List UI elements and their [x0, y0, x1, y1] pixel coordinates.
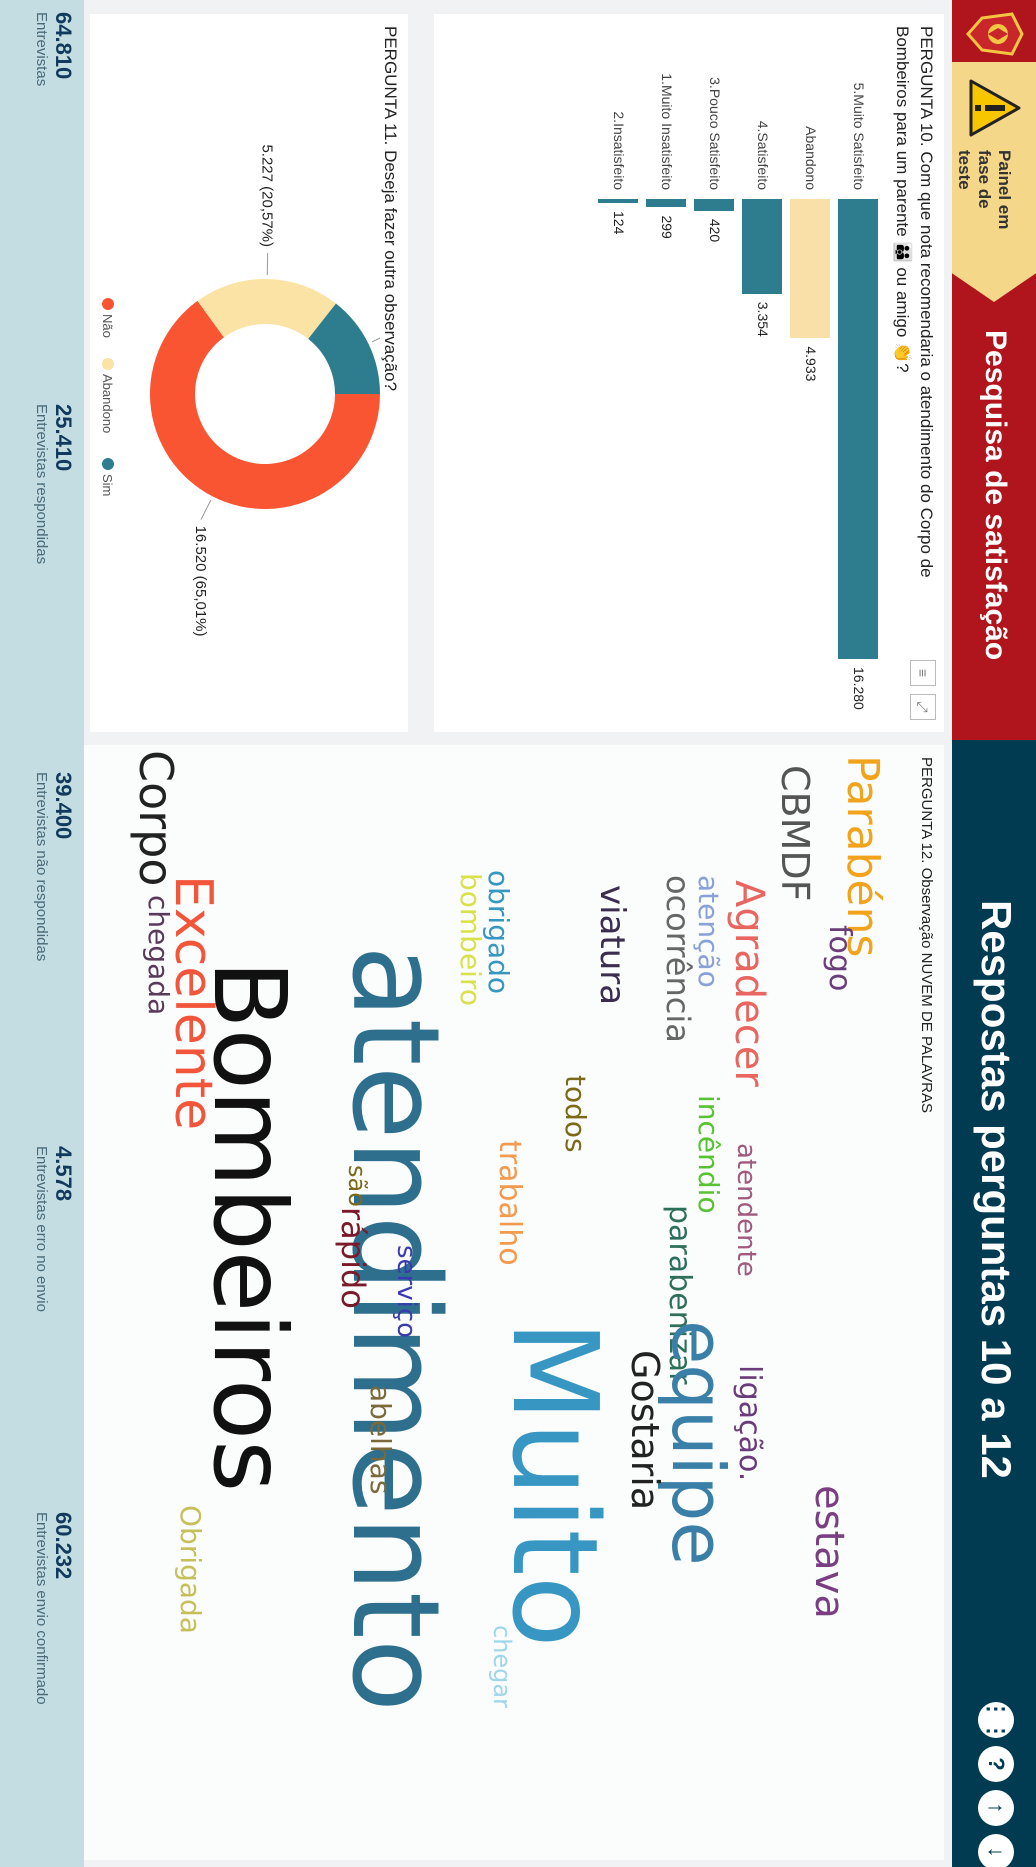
- word-cloud-word[interactable]: abelhas: [364, 1385, 397, 1494]
- bar-label: 1.Muito Insatisfeito: [659, 73, 675, 190]
- q11-donut-chart: 16.520 (65,01%)5.227 (20,57%)3.663 (14,4…: [100, 144, 380, 637]
- bar-value-label: 4.933: [803, 346, 819, 382]
- word-cloud-word[interactable]: chegar: [488, 1625, 516, 1708]
- word-cloud-word[interactable]: incêndio: [692, 1095, 725, 1214]
- stat-envio-confirmado: 60.232 Entrevistas envio confirmado: [33, 1512, 76, 1705]
- word-cloud-word[interactable]: trabalho: [492, 1140, 527, 1266]
- question-12-panel: PERGUNTA 12. Observação NUVEM DE PALAVRA…: [84, 745, 944, 1860]
- warning-icon: [969, 79, 1021, 137]
- word-cloud-word[interactable]: Agradecer: [726, 880, 772, 1087]
- word-cloud-word[interactable]: Obrigada: [174, 1505, 207, 1634]
- word-cloud-word[interactable]: viatura: [592, 885, 632, 1005]
- label-leader-line: [371, 331, 380, 343]
- bar-value-label: 124: [611, 211, 627, 235]
- grid-icon[interactable]: ⋮⋮: [978, 1698, 1014, 1742]
- word-cloud-word[interactable]: atenção: [692, 875, 725, 988]
- bar-value-label: 16.280: [851, 667, 867, 710]
- question-11-panel: PERGUNTA 11. Deseja fazer outra observaç…: [90, 14, 408, 732]
- page-title: Respostas perguntas 10 a 12: [973, 900, 1020, 1479]
- question-10-panel: PERGUNTA 10. Com que nota recomendaria o…: [434, 14, 944, 732]
- filter-icon[interactable]: ≡: [910, 660, 936, 686]
- survey-title: Pesquisa de satisfação: [979, 330, 1012, 661]
- bar[interactable]: [742, 199, 782, 294]
- word-cloud-word[interactable]: Gostaria: [623, 1350, 667, 1510]
- footer-stats: 64.810 Entrevistas 25.410 Entrevistas re…: [0, 0, 84, 1867]
- bar-value-label: 420: [707, 218, 723, 243]
- arrow-down-icon[interactable]: ↓: [978, 1834, 1014, 1867]
- word-cloud-word[interactable]: ocorrência: [659, 875, 697, 1043]
- arrow-up-icon[interactable]: ↑: [978, 1790, 1014, 1826]
- bar-label: 3.Pouco Satisfeito: [707, 77, 723, 190]
- stat-total: 64.810 Entrevistas: [33, 12, 76, 87]
- bar[interactable]: [598, 199, 638, 203]
- header-icons: ⋮⋮ ? ↑ ↓: [978, 1698, 1014, 1867]
- bar[interactable]: [694, 199, 734, 211]
- word-cloud-word[interactable]: serviço: [391, 1245, 421, 1338]
- word-cloud-word[interactable]: estava: [806, 1485, 852, 1619]
- label-leader-line: [200, 499, 212, 520]
- donut-value-label: 16.520 (65,01%): [192, 526, 209, 637]
- word-cloud-word[interactable]: chegada: [142, 895, 175, 1015]
- legend-label: Não: [100, 314, 115, 338]
- legend-marker: [102, 458, 114, 470]
- word-cloud-word[interactable]: CBMDF: [773, 765, 817, 902]
- bar-label: Abandono: [803, 126, 819, 190]
- expand-icon[interactable]: ⤢: [910, 694, 936, 720]
- word-cloud-word[interactable]: rápido: [334, 1207, 372, 1309]
- stat-respondidas: 25.410 Entrevistas respondidas: [33, 404, 76, 565]
- bar-label: 4.Satisfeito: [755, 120, 771, 190]
- bar[interactable]: [838, 199, 878, 659]
- word-cloud-word[interactable]: equipe: [656, 1320, 740, 1566]
- legend-marker: [102, 358, 114, 370]
- word-cloud-word[interactable]: todos: [559, 1075, 592, 1153]
- test-badge-text: Painel em fase de teste: [955, 150, 1014, 230]
- bar-label: 5.Muito Satisfeito: [851, 82, 867, 190]
- bar[interactable]: [790, 199, 830, 339]
- legend-label: Sim: [100, 474, 115, 496]
- legend-marker: [102, 298, 114, 310]
- bar-value-label: 3.354: [755, 301, 771, 337]
- q10-title: PERGUNTA 10. Com que nota recomendaria o…: [893, 26, 936, 578]
- bar[interactable]: [646, 199, 686, 208]
- fire-department-logo-icon: [966, 12, 1024, 56]
- stat-erro-envio: 4.578 Entrevistas erro no envio: [33, 1146, 76, 1312]
- bar-label: 2.Insatisfeito: [611, 111, 627, 190]
- q11-title: PERGUNTA 11. Deseja fazer outra observaç…: [381, 26, 400, 392]
- donut-value-label: 5.227 (20,57%): [259, 144, 276, 247]
- word-cloud-word[interactable]: fogo: [822, 925, 857, 991]
- word-cloud-word[interactable]: Muito: [486, 1320, 624, 1648]
- word-cloud-word[interactable]: obrigado: [482, 870, 515, 994]
- word-cloud: Parabéns fogo estava CBMDF Agradecer atendent…: [84, 745, 944, 1860]
- help-icon[interactable]: ?: [978, 1746, 1014, 1782]
- word-cloud-word[interactable]: atendente: [731, 1143, 761, 1277]
- stat-nao-respondidas: 39.400 Entrevistas não respondidas: [33, 772, 76, 962]
- bar-value-label: 299: [659, 215, 675, 239]
- legend-label: Abandono: [100, 374, 115, 433]
- word-cloud-word[interactable]: são: [343, 1165, 371, 1207]
- word-cloud-word[interactable]: Corpo: [129, 750, 183, 887]
